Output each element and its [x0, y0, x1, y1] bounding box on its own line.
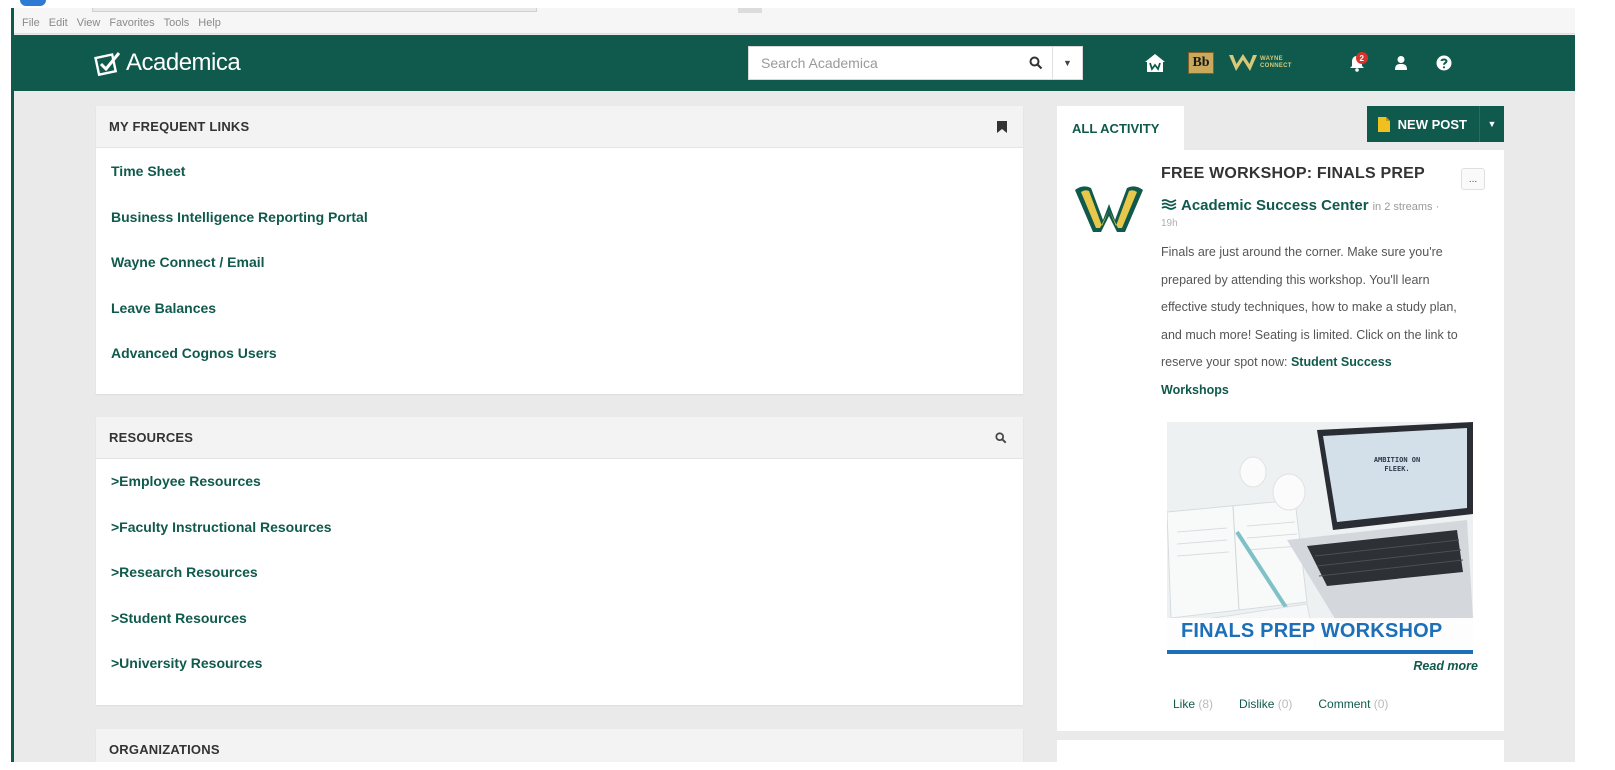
frequent-links-header: MY FREQUENT LINKS [96, 106, 1023, 148]
search-icon[interactable] [995, 431, 1007, 444]
app-header: Academica ▼ Bb WAYNE [14, 35, 1575, 91]
link-time-sheet[interactable]: Time Sheet [96, 149, 1023, 195]
menu-file[interactable]: File [22, 17, 40, 29]
bookmark-icon[interactable] [997, 120, 1007, 133]
frequent-links-title: MY FREQUENT LINKS [109, 119, 250, 134]
frequent-links-panel: MY FREQUENT LINKS Time Sheet Business In… [96, 106, 1023, 394]
browser-back-icon[interactable] [20, 0, 46, 6]
link-research-resources[interactable]: >Research Resources [96, 550, 1023, 596]
menu-help[interactable]: Help [198, 17, 221, 29]
post-timestamp: 19h [1161, 218, 1178, 229]
read-more-link[interactable]: Read more [1413, 659, 1478, 673]
link-advanced-cognos-users[interactable]: Advanced Cognos Users [96, 331, 1023, 377]
window-bottom-edge [0, 762, 1615, 770]
window-frame [11, 8, 14, 770]
new-post-button-group: NEW POST ▼ [1366, 106, 1504, 142]
wayne-connect-text: WAYNE CONNECT [1260, 56, 1292, 69]
activity-post-card: FREE WORKSHOP: FINALS PREP ... Academic … [1057, 150, 1504, 731]
link-faculty-instructional-resources[interactable]: >Faculty Instructional Resources [96, 505, 1023, 551]
activity-panel: ALL ACTIVITY NEW POST ▼ FREE WORKSHOP: F… [1057, 106, 1504, 731]
search-input[interactable] [749, 47, 1018, 79]
help-icon [1436, 55, 1452, 71]
image-caption: FINALS PREP WORKSHOP [1181, 620, 1443, 642]
link-university-resources[interactable]: >University Resources [96, 641, 1023, 687]
post-source-link[interactable]: Academic Success Center [1181, 197, 1369, 214]
resources-list: >Employee Resources >Faculty Instruction… [96, 459, 1023, 687]
post-body-text: Finals are just around the corner. Make … [1161, 245, 1458, 369]
academica-logo[interactable]: Academica [94, 49, 241, 77]
frequent-links-list: Time Sheet Business Intelligence Reporti… [96, 148, 1023, 377]
notifications-button[interactable]: 2 [1348, 52, 1368, 72]
like-button[interactable]: Like (8) [1173, 697, 1213, 711]
wayne-w-icon [1229, 54, 1257, 71]
window-top-edge [0, 0, 1615, 8]
search-button[interactable] [1018, 47, 1052, 79]
blackboard-icon-label: Bb [1192, 55, 1210, 70]
link-bi-reporting-portal[interactable]: Business Intelligence Reporting Portal [96, 195, 1023, 241]
link-leave-balances[interactable]: Leave Balances [96, 286, 1023, 332]
post-more-button[interactable]: ... [1461, 168, 1485, 190]
resources-header: RESOURCES [96, 417, 1023, 459]
resources-title: RESOURCES [109, 430, 194, 445]
window-left-edge [0, 0, 11, 770]
activity-tab-bar: ALL ACTIVITY NEW POST ▼ [1057, 106, 1504, 150]
browser-menu-bar: File Edit View Favorites Tools Help [14, 8, 1575, 34]
caret-down-icon: ▼ [1487, 119, 1497, 129]
comment-button[interactable]: Comment (0) [1318, 697, 1388, 711]
wayne-connect-button[interactable]: WAYNE CONNECT [1228, 53, 1292, 73]
link-wayne-connect-email[interactable]: Wayne Connect / Email [96, 240, 1023, 286]
link-employee-resources[interactable]: >Employee Resources [96, 459, 1023, 505]
new-post-dropdown[interactable]: ▼ [1480, 106, 1504, 142]
dislike-button[interactable]: Dislike (0) [1239, 697, 1292, 711]
organizations-title: ORGANIZATIONS [109, 742, 220, 757]
search-scope-dropdown[interactable]: ▼ [1052, 47, 1082, 79]
notification-badge: 2 [1355, 52, 1368, 64]
post-image[interactable]: AMBITION ON FLEEK. FINALS PREP WORKSHOP [1167, 422, 1473, 654]
header-icons: Bb WAYNE CONNECT 2 [1144, 49, 1452, 77]
svg-text:AMBITION ON: AMBITION ON [1374, 456, 1420, 464]
help-button[interactable] [1436, 55, 1452, 71]
browser-address-bar[interactable] [92, 8, 537, 12]
post-meta: Academic Success Center in 2 streams · [1161, 197, 1439, 214]
academica-logo-icon [94, 52, 121, 77]
resources-panel: RESOURCES >Employee Resources >Faculty I… [96, 417, 1023, 705]
tab-all-activity[interactable]: ALL ACTIVITY [1057, 106, 1184, 150]
blackboard-button[interactable]: Bb [1188, 52, 1214, 74]
svg-text:FLEEK.: FLEEK. [1384, 465, 1409, 473]
new-post-button[interactable]: NEW POST [1367, 106, 1480, 142]
profile-button[interactable] [1394, 55, 1408, 71]
menu-edit[interactable]: Edit [49, 17, 68, 29]
post-title[interactable]: FREE WORKSHOP: FINALS PREP [1161, 165, 1425, 183]
document-icon [1377, 116, 1390, 132]
logo-text: Academica [126, 49, 241, 76]
menu-favorites[interactable]: Favorites [109, 17, 154, 29]
caret-down-icon: ▼ [1063, 58, 1072, 68]
browser-tab[interactable] [738, 8, 762, 13]
wayne-home-icon [1145, 54, 1165, 72]
link-student-resources[interactable]: >Student Resources [96, 596, 1023, 642]
window-right-edge [1575, 0, 1615, 770]
post-body: Finals are just around the corner. Make … [1161, 239, 1459, 404]
search-box: ▼ [748, 46, 1083, 80]
browser-menu: File Edit View Favorites Tools Help [22, 17, 221, 29]
user-icon [1394, 56, 1407, 70]
home-button[interactable] [1144, 53, 1166, 73]
wayne-state-logo-avatar[interactable] [1073, 176, 1145, 236]
stream-icon [1161, 199, 1177, 210]
post-actions: Like (8) Dislike (0) Comment (0) [1173, 697, 1388, 711]
post-streams[interactable]: in 2 streams · [1373, 201, 1440, 213]
menu-tools[interactable]: Tools [164, 17, 190, 29]
search-icon [1029, 56, 1042, 70]
menu-view[interactable]: View [77, 17, 101, 29]
new-post-label: NEW POST [1397, 116, 1467, 132]
